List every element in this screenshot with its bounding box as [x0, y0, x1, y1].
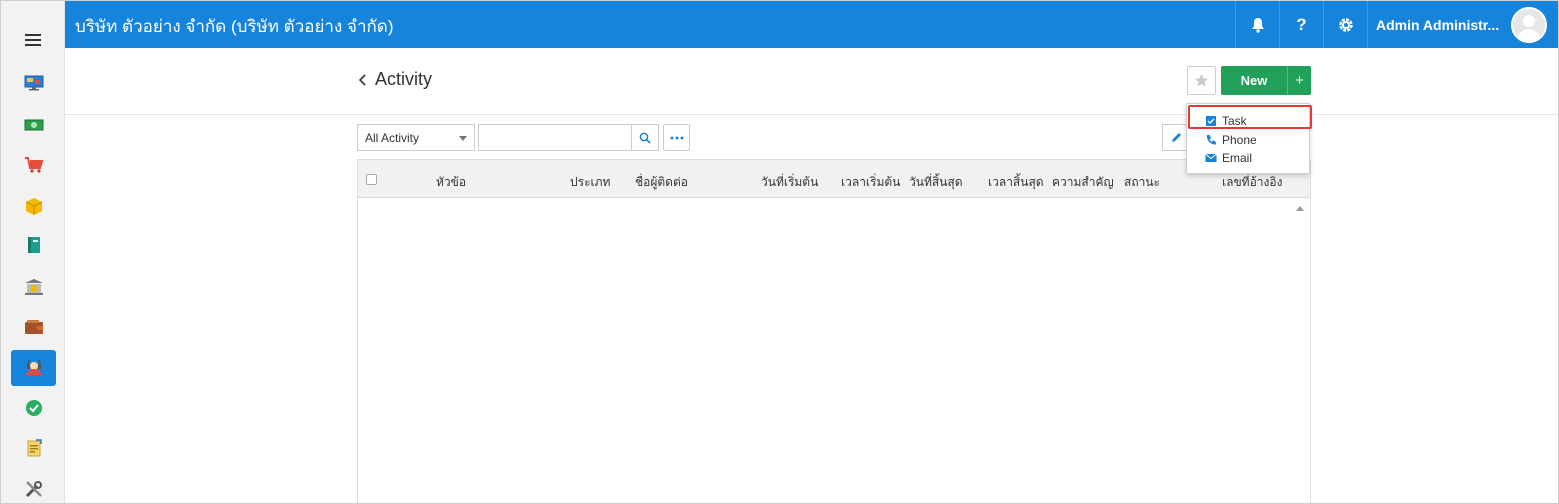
sidebar-item-approve[interactable] [11, 390, 56, 426]
new-dropdown-menu: Task Phone Email [1186, 103, 1310, 174]
column-header-contact[interactable]: ชื่อผู้ติดต่อ [635, 173, 688, 192]
column-header-status[interactable]: สถานะ [1124, 173, 1160, 192]
email-icon [1205, 153, 1217, 162]
top-bar: บริษัท ตัวอย่าง จำกัด (บริษัท ตัวอย่าง จ… [65, 1, 1558, 48]
column-header-end-date[interactable]: วันที่สิ้นสุด [909, 173, 963, 192]
column-header-start-date[interactable]: วันที่เริ่มต้น [761, 173, 818, 192]
company-name[interactable]: บริษัท ตัวอย่าง จำกัด (บริษัท ตัวอย่าง จ… [75, 13, 394, 40]
table-header: หัวข้อ ประเภท ชื่อผู้ติดต่อ วันที่เริ่มต… [358, 160, 1310, 198]
menu-item-phone[interactable]: Phone [1188, 131, 1310, 149]
sidebar-item-settings[interactable] [11, 471, 56, 503]
sidebar-item-sales[interactable] [11, 147, 56, 183]
tools-icon [25, 481, 42, 498]
sidebar-item-inventory[interactable] [11, 188, 56, 224]
sidebar-item-cash[interactable] [11, 107, 56, 143]
menu-item-email-label: Email [1222, 151, 1253, 165]
page-title: Activity [375, 69, 433, 89]
column-header-start-time[interactable]: เวลาเริ่มต้น [841, 173, 900, 192]
menu-item-phone-label: Phone [1222, 133, 1257, 147]
avatar[interactable] [1511, 7, 1547, 43]
search-input[interactable] [478, 124, 632, 151]
new-dropdown-toggle[interactable]: + [1287, 66, 1311, 95]
caret-down-icon [459, 136, 467, 141]
box-icon [25, 198, 42, 215]
page-header: Activity New + [65, 48, 1558, 115]
column-header-type[interactable]: ประเภท [570, 173, 610, 192]
sidebar [1, 1, 65, 503]
help-button[interactable]: ? [1279, 1, 1323, 48]
sidebar-item-crm[interactable] [11, 350, 56, 386]
task-icon [1206, 116, 1216, 126]
sidebar-item-dashboard[interactable] [11, 65, 56, 101]
sidebar-item-wallet[interactable] [11, 309, 56, 345]
ellipsis-icon [670, 136, 683, 139]
bank-icon [24, 279, 43, 295]
notification-button[interactable] [1235, 1, 1279, 48]
chevron-left-icon[interactable] [357, 73, 369, 87]
select-all-checkbox[interactable] [366, 174, 377, 185]
settings-button[interactable] [1323, 1, 1367, 48]
monitor-icon [24, 75, 43, 91]
sidebar-item-report[interactable] [11, 430, 56, 466]
activity-table: หัวข้อ ประเภท ชื่อผู้ติดต่อ วันที่เริ่มต… [357, 159, 1311, 503]
hamburger-menu-icon[interactable] [25, 34, 41, 47]
sidebar-item-bank[interactable] [11, 269, 56, 305]
wallet-icon [24, 320, 43, 334]
column-header-priority[interactable]: ความสำคัญ [1052, 173, 1114, 192]
book-icon [27, 237, 40, 253]
user-avatar-icon [1517, 15, 1541, 41]
activity-filter-select[interactable]: All Activity [357, 124, 475, 151]
app-window: บริษัท ตัวอย่าง จำกัด (บริษัท ตัวอย่าง จ… [0, 0, 1559, 504]
gear-icon [1338, 17, 1353, 32]
check-circle-icon [25, 400, 42, 416]
search-button[interactable] [631, 124, 659, 151]
cart-icon [24, 157, 43, 173]
pencil-icon [1171, 132, 1181, 142]
sidebar-item-accounting[interactable] [11, 227, 56, 263]
crm-icon [25, 360, 42, 375]
edit-columns-button[interactable] [1162, 124, 1188, 151]
activity-filter-value: All Activity [365, 131, 420, 145]
column-header-reference[interactable]: เลขที่อ้างอิง [1222, 173, 1282, 192]
more-options-button[interactable] [663, 124, 690, 151]
menu-item-email[interactable]: Email [1188, 149, 1310, 167]
favorite-button[interactable] [1187, 66, 1216, 95]
help-icon: ? [1296, 14, 1307, 34]
search-icon [639, 132, 651, 144]
menu-item-task[interactable]: Task [1188, 112, 1310, 130]
column-header-end-time[interactable]: เวลาสิ้นสุด [988, 173, 1044, 192]
phone-icon [1206, 134, 1216, 145]
cash-icon [24, 119, 43, 131]
scrollbar-up-arrow[interactable] [1296, 206, 1304, 211]
menu-item-task-label: Task [1222, 114, 1247, 128]
column-header-subject[interactable]: หัวข้อ [436, 173, 466, 192]
user-name[interactable]: Admin Administr... [1376, 17, 1499, 33]
star-icon [1194, 74, 1209, 87]
new-button[interactable]: New [1221, 66, 1287, 95]
report-icon [27, 439, 42, 457]
bell-icon [1251, 17, 1264, 33]
